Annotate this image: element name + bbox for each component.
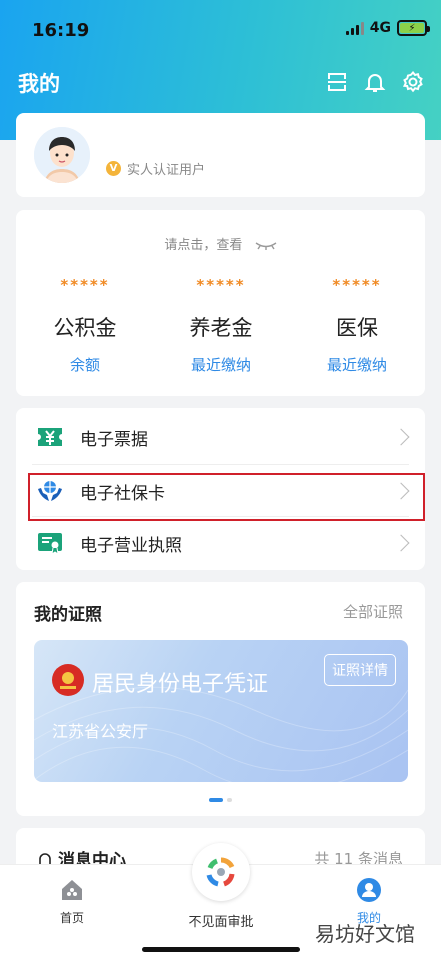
- id-card-issuer: 江苏省公安厅: [52, 722, 149, 741]
- chevron-right-icon: [392, 534, 410, 552]
- funds-card: 请点击，查看 ***** 公积金 余额 ***** 养老金 最近缴纳 *****…: [16, 210, 425, 396]
- certificate-detail-button[interactable]: 证照详情: [324, 654, 396, 686]
- all-certificates-link[interactable]: 全部证照: [343, 601, 403, 622]
- certificates-title: 我的证照: [34, 605, 102, 625]
- home-icon: [62, 880, 82, 900]
- fund-medical[interactable]: ***** 医保 最近缴纳: [292, 276, 422, 375]
- scan-icon[interactable]: [325, 70, 349, 94]
- reveal-hint[interactable]: 请点击，查看: [16, 234, 425, 253]
- fund-pension[interactable]: ***** 养老金 最近缴纳: [156, 276, 286, 375]
- carousel-indicator: [16, 798, 425, 802]
- reveal-hint-text: 请点击，查看: [164, 238, 243, 253]
- fund-link[interactable]: 最近缴纳: [156, 354, 286, 375]
- fund-link[interactable]: 最近缴纳: [292, 354, 422, 375]
- tab-remote-approval[interactable]: 不见面审批: [174, 843, 268, 930]
- gear-icon[interactable]: [401, 70, 425, 94]
- signal-icon: [345, 21, 364, 35]
- verified-label: 实人认证用户: [127, 163, 206, 178]
- fund-masked-value: *****: [60, 276, 110, 294]
- license-icon: [38, 533, 62, 556]
- highlight-box: [28, 473, 425, 521]
- fund-name: 养老金: [189, 316, 253, 340]
- menu-item-e-receipt[interactable]: 电子票据: [16, 410, 425, 464]
- network-type: 4G: [369, 20, 391, 36]
- page-title: 我的: [18, 72, 60, 96]
- tab-label: 首页: [59, 911, 84, 925]
- bell-icon[interactable]: [363, 70, 387, 94]
- fund-provident[interactable]: ***** 公积金 余额: [20, 276, 150, 375]
- fund-masked-value: *****: [196, 276, 246, 294]
- approval-logo-icon: [192, 843, 250, 901]
- status-indicators: 4G ⚡: [345, 20, 430, 36]
- carousel-dot: [227, 798, 232, 802]
- verified-badge-icon: V: [106, 161, 121, 176]
- fund-name: 公积金: [53, 316, 117, 340]
- menu-item-label: 电子票据: [80, 429, 148, 450]
- profile-card[interactable]: V 实人认证用户: [16, 113, 425, 197]
- carousel-dot-active: [209, 798, 223, 802]
- user-icon: [357, 878, 381, 902]
- national-emblem-icon: [52, 664, 84, 696]
- tab-home[interactable]: 首页: [27, 877, 117, 926]
- watermark: 易坊好文馆: [315, 922, 415, 946]
- id-card-title: 居民身份电子凭证: [92, 672, 269, 697]
- avatar: [34, 127, 90, 183]
- menu-item-label: 电子营业执照: [80, 535, 182, 556]
- eye-closed-icon[interactable]: [255, 241, 277, 251]
- yuan-receipt-icon: [38, 428, 62, 446]
- tab-label: 不见面审批: [188, 915, 254, 930]
- battery-icon: ⚡: [397, 20, 430, 36]
- fund-link[interactable]: 余额: [20, 354, 150, 375]
- status-time: 16:19: [32, 20, 90, 41]
- menu-item-business-license[interactable]: 电子营业执照: [16, 516, 425, 570]
- verification-status: V 实人认证用户: [106, 159, 205, 178]
- chevron-right-icon: [392, 428, 410, 446]
- resident-id-card[interactable]: 居民身份电子凭证 证照详情 江苏省公安厅: [34, 640, 408, 782]
- certificates-card: 我的证照 全部证照 居民身份电子凭证 证照详情 江苏省公安厅: [16, 582, 425, 816]
- fund-masked-value: *****: [332, 276, 382, 294]
- home-indicator[interactable]: [142, 947, 300, 952]
- fund-name: 医保: [336, 316, 378, 340]
